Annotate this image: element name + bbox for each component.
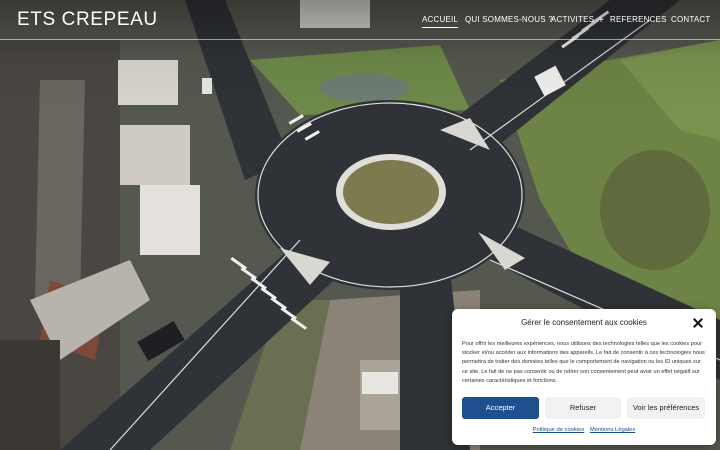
cookie-consent-dialog: Gérer le consentement aux cookies Pour o… [452, 309, 716, 445]
accept-cookies-button[interactable]: Accepter [462, 397, 539, 419]
site-header: ETS CREPEAU ACCUEIL QUI SOMMES-NOUS ? AC… [0, 0, 720, 40]
nav-item-activites-label: ACTIVITES [551, 15, 595, 24]
header-divider [0, 39, 720, 40]
plus-icon[interactable]: + [598, 16, 604, 26]
nav-item-accueil[interactable]: ACCUEIL [422, 14, 459, 28]
nav-item-qui-sommes-nous[interactable]: QUI SOMMES-NOUS ? [465, 14, 553, 26]
cookie-policy-link[interactable]: Politique de cookies [533, 427, 585, 433]
nav-item-contact[interactable]: CONTACT [671, 14, 710, 26]
view-preferences-button[interactable]: Voir les préférences [627, 397, 705, 419]
cookie-dialog-links: Politique de cookies Mentions Légales [452, 427, 716, 433]
cookie-dialog-title: Gérer le consentement aux cookies [521, 318, 647, 327]
cookie-dialog-body: Pour offrir les meilleures expériences, … [462, 341, 705, 384]
close-icon[interactable] [692, 317, 704, 329]
site-logo[interactable]: ETS CREPEAU [17, 9, 158, 31]
nav-item-references[interactable]: REFERENCES [610, 14, 667, 26]
legal-notice-link[interactable]: Mentions Légales [590, 427, 635, 433]
refuse-cookies-button[interactable]: Refuser [545, 397, 621, 419]
nav-item-activites[interactable]: ACTIVITES + [551, 14, 604, 26]
